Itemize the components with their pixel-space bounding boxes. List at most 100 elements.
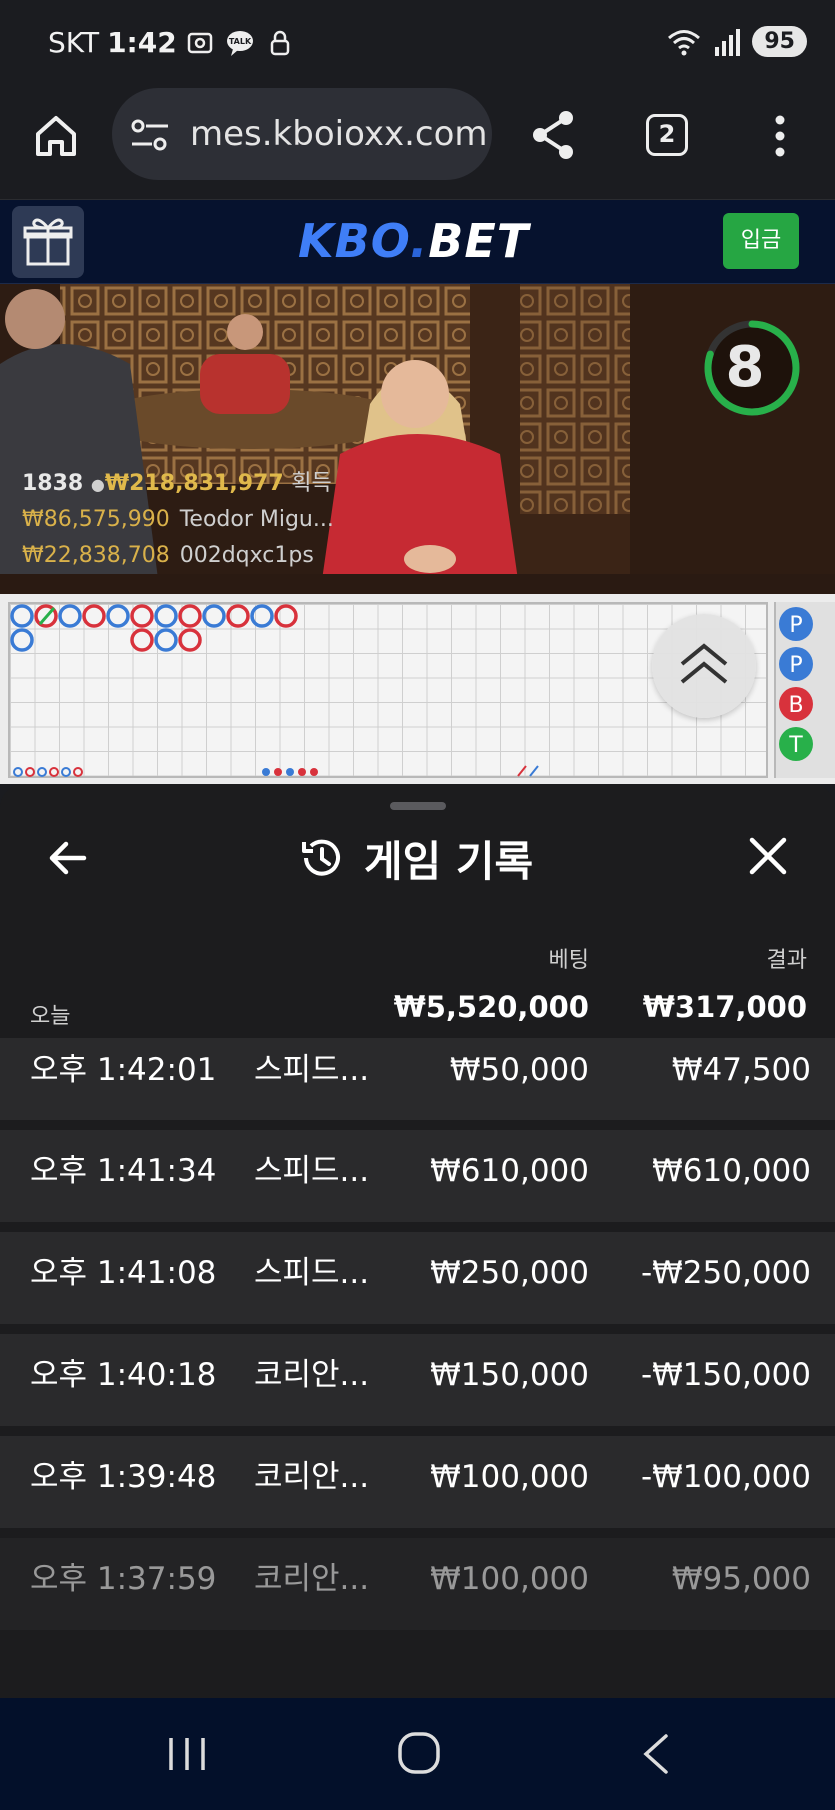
history-list: 오후 1:42:01 스피드... ₩50,000 ₩47,500 오후 1:4…: [0, 1038, 835, 1640]
row-result: -₩250,000: [640, 1255, 811, 1291]
winner-name: 002dqxc1ps: [179, 543, 314, 568]
row-time: 오후 1:39:48: [30, 1459, 217, 1495]
winner-row: ₩86,575,990 Teodor Migu...: [22, 502, 334, 538]
row-time: 오후 1:37:59: [30, 1561, 217, 1597]
more-options-icon[interactable]: [768, 114, 792, 158]
column-header-bet: 베팅: [548, 948, 589, 973]
row-time: 오후 1:42:01: [30, 1052, 217, 1088]
clock: 1:42: [107, 26, 177, 59]
sheet-drag-handle[interactable]: [390, 802, 446, 810]
history-row[interactable]: 오후 1:39:48 코리안... ₩100,000 -₩100,000: [0, 1436, 835, 1528]
winner-amount: ₩22,838,708: [22, 543, 170, 568]
winner-amount: ₩86,575,990: [22, 507, 170, 532]
share-icon[interactable]: [528, 108, 578, 162]
winner-row: ₩22,838,708 002dqxc1ps: [22, 538, 334, 574]
winner-name: Teodor Migu...: [179, 507, 334, 532]
tab-switcher-button[interactable]: 2: [646, 114, 688, 156]
live-video: 8 1838 ●₩218,831,977 획득 ₩86,575,990 Teodo…: [0, 284, 835, 594]
history-row[interactable]: 오후 1:42:01 스피드... ₩50,000 ₩47,500: [0, 1038, 835, 1120]
status-carrier-time: SKT 1:42: [48, 26, 177, 59]
row-game: 코리안...: [254, 1357, 370, 1393]
row-bet: ₩250,000: [430, 1255, 589, 1291]
status-bar: SKT 1:42 TALK 95: [0, 0, 835, 86]
svg-text:T: T: [788, 733, 803, 758]
sheet-header: 게임 기록: [298, 828, 533, 888]
row-time: 오후 1:41:08: [30, 1255, 217, 1291]
row-result: ₩610,000: [652, 1153, 811, 1189]
recent-apps-icon[interactable]: [165, 1734, 209, 1774]
today-bet-total: ₩5,520,000: [393, 990, 589, 1024]
system-icons: 95: [666, 26, 807, 57]
carrier-label: SKT: [48, 26, 100, 59]
row-game: 스피드...: [254, 1153, 370, 1189]
game-history-sheet: 게임 기록 베팅 결과 오늘 ₩5,520,000 ₩317,000 오후 1:…: [0, 784, 835, 1698]
row-result: -₩150,000: [640, 1357, 811, 1393]
row-game: 스피드...: [254, 1052, 370, 1088]
gift-icon: [23, 218, 73, 266]
browser-toolbar: mes.kboioxx.com 2: [0, 86, 835, 200]
svg-text:B: B: [788, 693, 803, 718]
notification-icons: TALK: [185, 28, 295, 58]
sheet-title: 게임 기록: [364, 836, 534, 886]
url-text: mes.kboioxx.com: [190, 114, 488, 154]
wifi-icon: [668, 29, 701, 55]
history-row[interactable]: 오후 1:41:34 스피드... ₩610,000 ₩610,000: [0, 1130, 835, 1222]
today-label: 오늘: [30, 1004, 71, 1029]
countdown-number: 8: [725, 335, 765, 400]
signal-icon: [715, 28, 741, 56]
row-bet: ₩610,000: [430, 1153, 589, 1189]
row-game: 코리안...: [254, 1561, 370, 1597]
row-result: ₩95,000: [671, 1561, 811, 1597]
system-navigation-bar: [0, 1698, 835, 1810]
history-row[interactable]: 오후 1:37:59 코리안... ₩100,000 ₩95,000: [0, 1538, 835, 1630]
home-circle-icon[interactable]: [396, 1730, 442, 1776]
logo-dot: .: [409, 214, 429, 268]
svg-text:P: P: [789, 653, 802, 678]
expand-up-button[interactable]: [652, 614, 756, 718]
road-board: P P B T: [0, 594, 835, 784]
prediction-markers: P P B T: [779, 607, 813, 761]
address-bar[interactable]: mes.kboioxx.com: [112, 88, 492, 180]
back-arrow-icon[interactable]: [44, 834, 92, 882]
row-bet: ₩100,000: [430, 1459, 589, 1495]
lock-app-icon: [270, 30, 290, 56]
history-row[interactable]: 오후 1:41:08 스피드... ₩250,000 -₩250,000: [0, 1232, 835, 1324]
close-icon[interactable]: [744, 832, 792, 880]
row-bet: ₩100,000: [430, 1561, 589, 1597]
row-result: -₩100,000: [640, 1459, 811, 1495]
today-result-total: ₩317,000: [642, 990, 807, 1024]
winners-summary: 1838 ●₩218,831,977 획득: [22, 466, 334, 502]
winners-list: 1838 ●₩218,831,977 획득 ₩86,575,990 Teodor …: [22, 466, 334, 574]
screenshot-icon: [187, 32, 213, 54]
svg-text:P: P: [789, 613, 802, 638]
battery-indicator: 95: [752, 26, 807, 57]
site-settings-icon[interactable]: [130, 118, 170, 152]
history-row[interactable]: 오후 1:40:18 코리안... ₩150,000 -₩150,000: [0, 1334, 835, 1426]
double-chevron-up-icon: [680, 643, 728, 684]
svg-text:TALK: TALK: [229, 37, 252, 46]
winners-total: ₩218,831,977: [104, 471, 284, 496]
deposit-button[interactable]: 입금: [723, 213, 799, 269]
row-bet: ₩50,000: [449, 1052, 589, 1088]
winners-count: 1838: [22, 471, 84, 496]
row-result: ₩47,500: [671, 1052, 811, 1088]
row-time: 오후 1:41:34: [30, 1153, 217, 1189]
logo-kbo: KBO: [298, 214, 410, 268]
winners-label: 획득: [291, 471, 332, 496]
person-icon: ●: [90, 475, 105, 494]
talk-icon: TALK: [227, 31, 253, 56]
row-game: 코리안...: [254, 1459, 370, 1495]
row-game: 스피드...: [254, 1255, 370, 1291]
site-logo[interactable]: KBO.BET: [298, 214, 529, 268]
logo-bet: BET: [428, 214, 530, 268]
home-icon[interactable]: [32, 112, 80, 160]
screen: SKT 1:42 TALK 95 mes.kboioxx.com 2 KBO.BE…: [0, 0, 835, 1810]
column-header-result: 결과: [766, 948, 807, 973]
history-icon: [302, 839, 340, 876]
gift-button[interactable]: [12, 206, 84, 278]
site-header: KBO.BET 입금: [0, 200, 835, 284]
row-bet: ₩150,000: [430, 1357, 589, 1393]
road-side-strip: P P B T: [774, 602, 835, 778]
back-chevron-icon[interactable]: [636, 1732, 676, 1776]
row-time: 오후 1:40:18: [30, 1357, 217, 1393]
